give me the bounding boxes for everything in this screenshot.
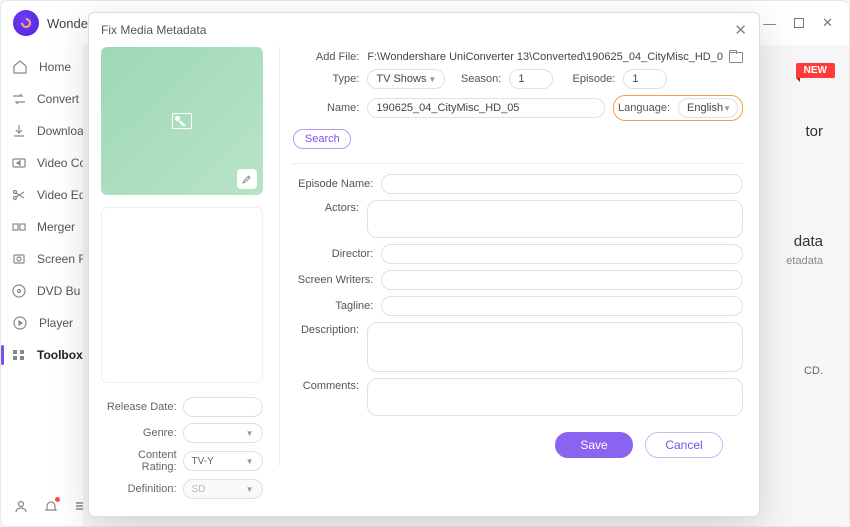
release-date-label: Release Date: [101, 401, 183, 413]
sidebar-label: Video Ed [37, 188, 86, 202]
actors-input[interactable] [367, 200, 743, 238]
sidebar-item-toolbox[interactable]: Toolbox [1, 339, 83, 371]
sidebar-label: Home [39, 60, 71, 74]
sidebar-label: Merger [37, 220, 75, 234]
record-icon [11, 251, 27, 267]
vertical-divider [279, 47, 280, 466]
episode-input[interactable] [623, 69, 667, 89]
director-input[interactable] [381, 244, 743, 264]
play-icon [11, 315, 29, 331]
modal-header: Fix Media Metadata ✕ [89, 13, 759, 47]
season-input[interactable] [509, 69, 553, 89]
disc-icon [11, 283, 27, 299]
sidebar-item-dvd[interactable]: DVD Bu [1, 275, 83, 307]
release-date-input[interactable] [183, 397, 263, 417]
content-rating-label: Content Rating: [101, 449, 183, 473]
sidebar-item-convert[interactable]: Convert [1, 83, 83, 115]
definition-label: Definition: [101, 483, 183, 495]
sidebar-label: Downloa [37, 124, 84, 138]
maximize-button[interactable] [794, 16, 804, 31]
left-pane: Release Date: Genre: ▼ Content Rating: T… [89, 47, 275, 516]
add-file-label: Add File: [291, 51, 367, 63]
sidebar-item-merger[interactable]: Merger [1, 211, 83, 243]
description-input[interactable] [367, 322, 743, 372]
bg-text: data [794, 233, 823, 250]
compress-icon [11, 155, 27, 171]
convert-icon [11, 91, 27, 107]
sidebar-footer [1, 486, 83, 526]
add-file-path: F:\Wondershare UniConverter 13\Converted… [367, 51, 723, 63]
season-label: Season: [445, 73, 509, 85]
bell-icon[interactable] [43, 498, 59, 514]
modal-close-button[interactable]: ✕ [734, 21, 747, 39]
genre-label: Genre: [101, 427, 183, 439]
language-highlight: Language: English▼ [613, 95, 743, 121]
download-icon [11, 123, 27, 139]
bg-text: etadata [786, 255, 823, 267]
type-label: Type: [291, 73, 367, 85]
modal-footer: Save Cancel [291, 422, 743, 472]
search-button[interactable]: Search [293, 129, 351, 149]
episode-name-input[interactable] [381, 174, 743, 194]
sidebar-label: DVD Bu [37, 284, 80, 298]
edit-preview-button[interactable] [237, 169, 257, 189]
sidebar-label: Toolbox [37, 348, 83, 362]
sidebar-label: Player [39, 316, 73, 330]
toolbox-icon [11, 347, 27, 363]
type-select[interactable]: TV Shows▼ [367, 69, 445, 89]
comments-input[interactable] [367, 378, 743, 416]
minimize-button[interactable]: — [763, 16, 776, 31]
content-rating-select[interactable]: TV-Y▼ [183, 451, 263, 471]
sidebar: Home Convert Downloa Video Co Video Ed M… [1, 45, 83, 526]
right-pane: Add File: F:\Wondershare UniConverter 13… [283, 47, 759, 516]
sidebar-item-edit[interactable]: Video Ed [1, 179, 83, 211]
user-icon[interactable] [13, 498, 29, 514]
close-button[interactable]: ✕ [822, 15, 833, 31]
modal-body: Release Date: Genre: ▼ Content Rating: T… [89, 47, 759, 516]
modal-title: Fix Media Metadata [101, 23, 206, 37]
language-label: Language: [618, 102, 672, 114]
sidebar-label: Video Co [37, 156, 86, 170]
window-controls: — ✕ [763, 15, 839, 31]
merge-icon [11, 219, 27, 235]
actors-label: Actors: [291, 200, 367, 214]
screen-writers-label: Screen Writers: [291, 274, 381, 286]
save-button[interactable]: Save [555, 432, 633, 458]
sidebar-item-player[interactable]: Player [1, 307, 83, 339]
name-input[interactable] [367, 98, 605, 118]
bg-text: CD. [804, 365, 823, 377]
sidebar-item-home[interactable]: Home [1, 51, 83, 83]
sidebar-label: Convert [37, 92, 79, 106]
home-icon [11, 59, 29, 75]
description-label: Description: [291, 322, 367, 336]
genre-select[interactable]: ▼ [183, 423, 263, 443]
sidebar-item-download[interactable]: Downloa [1, 115, 83, 147]
comments-label: Comments: [291, 378, 367, 392]
sidebar-item-record[interactable]: Screen R [1, 243, 83, 275]
tagline-input[interactable] [381, 296, 743, 316]
scissors-icon [11, 187, 27, 203]
name-label: Name: [291, 102, 367, 114]
horizontal-divider [291, 163, 743, 164]
episode-label: Episode: [553, 73, 623, 85]
new-badge: NEW [796, 63, 835, 78]
definition-select[interactable]: SD▼ [183, 479, 263, 499]
fix-metadata-modal: Fix Media Metadata ✕ Release Date: Genre… [88, 12, 760, 517]
app-title: Wonder [47, 16, 92, 31]
sidebar-label: Screen R [37, 252, 87, 266]
media-preview [101, 47, 263, 195]
episode-name-label: Episode Name: [291, 178, 381, 190]
language-select[interactable]: English▼ [678, 98, 738, 118]
screen-writers-input[interactable] [381, 270, 743, 290]
cancel-button[interactable]: Cancel [645, 432, 723, 458]
app-logo [13, 10, 39, 36]
tagline-label: Tagline: [291, 300, 381, 312]
bg-text: tor [805, 123, 823, 140]
left-fields: Release Date: Genre: ▼ Content Rating: T… [101, 391, 263, 499]
director-label: Director: [291, 248, 381, 260]
folder-icon[interactable] [729, 52, 743, 63]
image-placeholder-icon [172, 113, 192, 129]
sidebar-item-compress[interactable]: Video Co [1, 147, 83, 179]
results-list [101, 207, 263, 383]
